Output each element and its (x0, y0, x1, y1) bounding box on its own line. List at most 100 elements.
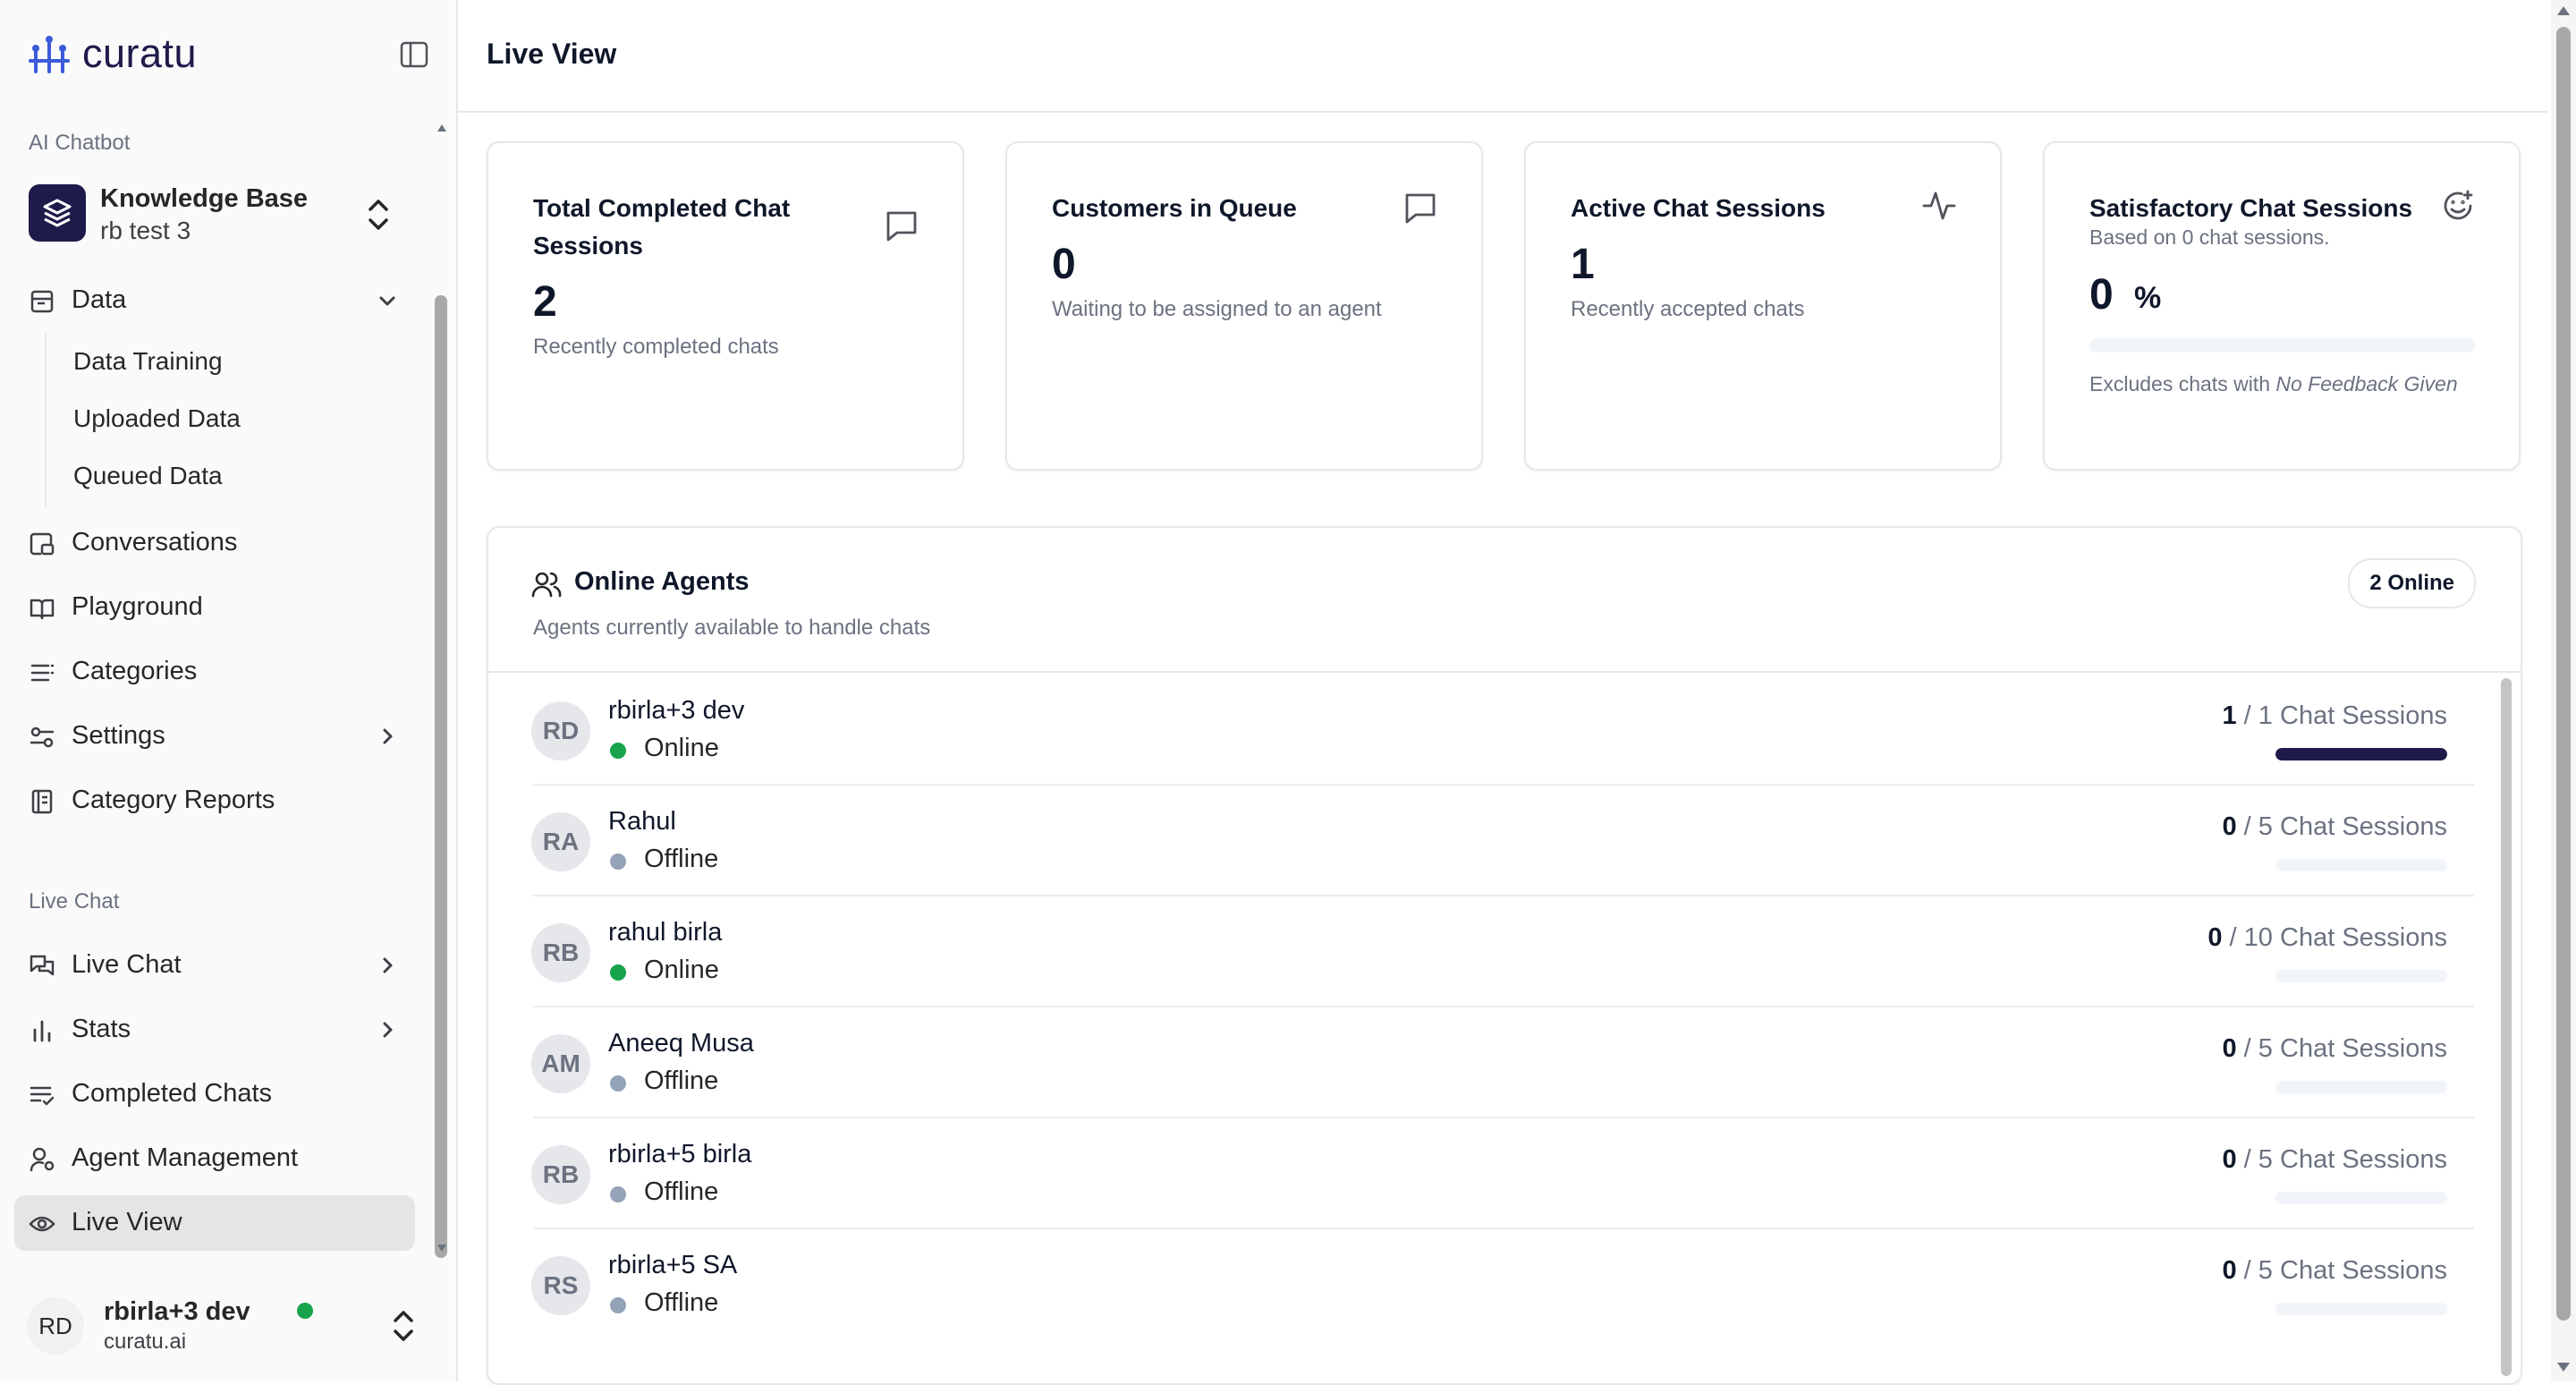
active-count: 0 (2222, 1145, 2237, 1174)
sliders-icon (29, 724, 55, 751)
tree-divider (45, 333, 47, 506)
sessions-label: Chat Sessions (2280, 1145, 2447, 1174)
online-agents-panel: Online Agents Agents currently available… (487, 526, 2522, 1385)
agent-name: Rahul (608, 807, 676, 836)
agent-row[interactable]: RS rbirla+5 SA Offline 0 / 5 Chat Sessions (488, 1229, 2474, 1340)
list-check-icon (29, 1082, 55, 1109)
avatar: RB (531, 1145, 590, 1204)
sessions-label: Chat Sessions (2280, 1256, 2447, 1285)
user-gear-icon (29, 1146, 55, 1173)
agent-status: Offline (644, 1066, 719, 1095)
stat-title: Total Completed Chat Sessions (533, 194, 791, 259)
sidebar-item-label: Completed Chats (72, 1079, 273, 1108)
scroll-up-arrow[interactable] (436, 123, 447, 136)
list-icon (29, 659, 55, 686)
sidebar-item-label: Category Reports (72, 786, 275, 814)
note-emphasis: No Feedback Given (2275, 372, 2458, 395)
section-label-ai-chatbot: AI Chatbot (29, 131, 131, 155)
agent-row[interactable]: RB rbirla+5 birla Offline 0 / 5 Chat Sessio… (488, 1118, 2474, 1229)
stat-title: Active Chat Sessions (1571, 194, 1826, 222)
scroll-down-arrow[interactable] (2556, 1362, 2571, 1372)
active-count: 0 (2222, 1256, 2237, 1285)
sidebar-item-completed-chats[interactable]: Completed Chats (14, 1066, 415, 1122)
sidebar-item-live-chat[interactable]: Live Chat (14, 938, 415, 993)
sidebar-item-label: Stats (72, 1015, 131, 1043)
avatar: RD (531, 701, 590, 760)
stat-value: 0 (1052, 241, 1076, 288)
users-icon (531, 569, 562, 599)
scroll-up-arrow[interactable] (2556, 5, 2571, 16)
sidebar-item-conversations[interactable]: Conversations (14, 515, 415, 571)
message-square-icon (884, 208, 919, 243)
database-icon (29, 288, 55, 315)
panel-title: Online Agents (574, 567, 750, 596)
chevron-right-icon (376, 1018, 399, 1041)
workspace-subtitle: rb test 3 (100, 217, 191, 244)
agent-status: Online (644, 956, 719, 984)
sessions-progress-bar (2275, 970, 2447, 982)
agent-sessions: 0 / 5 Chat Sessions (2222, 1034, 2447, 1063)
max-count: 5 (2258, 1145, 2273, 1174)
toggle-sidebar-button[interactable] (399, 39, 429, 70)
agent-row[interactable]: RD rbirla+3 dev Online 1 / 1 Chat Sessions (488, 675, 2474, 786)
sidebar-item-data[interactable]: Data (14, 273, 415, 328)
note-text: Excludes chats with (2089, 372, 2276, 395)
page-scrollbar[interactable] (2551, 0, 2576, 1381)
user-org: curatu.ai (104, 1330, 187, 1354)
sidebar-item-playground[interactable]: Playground (14, 580, 415, 635)
sidebar-item-category-reports[interactable]: Category Reports (14, 773, 415, 828)
sessions-label: Chat Sessions (2280, 923, 2447, 952)
stat-card-active: Active Chat Sessions 1 Recently accepted… (1524, 141, 2002, 471)
scroll-down-arrow[interactable] (436, 1244, 447, 1256)
agent-sessions: 0 / 5 Chat Sessions (2222, 812, 2447, 841)
stat-subtext: Waiting to be assigned to an agent (1052, 297, 1382, 321)
eye-icon (29, 1211, 55, 1237)
avatar: RB (531, 923, 590, 982)
user-name: rbirla+3 dev (104, 1297, 250, 1326)
online-status-dot (297, 1303, 313, 1319)
sidebar-item-label: Agent Management (72, 1143, 299, 1172)
chat-doc-icon (29, 531, 55, 557)
agent-name: rahul birla (608, 918, 723, 947)
status-dot (610, 1186, 626, 1202)
agent-row[interactable]: RA Rahul Offline 0 / 5 Chat Sessions (488, 786, 2474, 896)
stat-unit: % (2134, 281, 2162, 315)
panel-left-icon (400, 41, 428, 68)
workspace-switcher[interactable]: Knowledge Base rb test 3 (14, 175, 408, 252)
brand-name: curatu (82, 30, 198, 76)
agent-status: Offline (644, 1288, 719, 1317)
sidebar-scrollbar-thumb[interactable] (435, 295, 447, 1258)
agent-row[interactable]: RB rahul birla Online 0 / 10 Chat Sessions (488, 896, 2474, 1007)
max-count: 5 (2258, 1256, 2273, 1285)
user-menu[interactable]: RD rbirla+3 dev curatu.ai (14, 1288, 435, 1364)
agent-sessions: 0 / 5 Chat Sessions (2222, 1145, 2447, 1174)
sessions-label: Chat Sessions (2280, 1034, 2447, 1063)
status-dot (610, 743, 626, 759)
sidebar-subitem-label: Queued Data (73, 462, 223, 489)
active-count: 0 (2222, 1034, 2237, 1063)
page-scrollbar-thumb[interactable] (2556, 27, 2571, 1321)
sidebar-item-stats[interactable]: Stats (14, 1002, 415, 1058)
progress-fill (2275, 748, 2447, 760)
sidebar-item-label: Playground (72, 592, 203, 621)
satisfaction-progress-bar (2089, 338, 2476, 353)
agent-sessions: 0 / 5 Chat Sessions (2222, 1256, 2447, 1285)
sidebar-item-agent-management[interactable]: Agent Management (14, 1131, 415, 1186)
avatar: RD (27, 1297, 84, 1355)
book-icon (29, 595, 55, 622)
agent-row[interactable]: AM Aneeq Musa Offline 0 / 5 Chat Sessions (488, 1007, 2474, 1118)
bar-chart-icon (29, 1017, 55, 1044)
layers-icon (29, 184, 86, 242)
panel-subtitle: Agents currently available to handle cha… (533, 616, 931, 640)
agent-sessions: 1 / 1 Chat Sessions (2222, 701, 2447, 730)
sidebar-item-label: Settings (72, 721, 165, 750)
stat-card-completed: Total Completed Chat Sessions 2 Recently… (487, 141, 964, 471)
status-dot (610, 854, 626, 870)
sidebar-item-label: Data (72, 285, 127, 314)
agents-scrollbar-thumb[interactable] (2501, 678, 2512, 1376)
sidebar-item-settings[interactable]: Settings (14, 709, 415, 764)
active-count: 0 (2207, 923, 2223, 952)
agent-status: Offline (644, 1177, 719, 1206)
sidebar-item-live-view[interactable]: Live View (14, 1195, 415, 1251)
sidebar-item-categories[interactable]: Categories (14, 644, 415, 700)
